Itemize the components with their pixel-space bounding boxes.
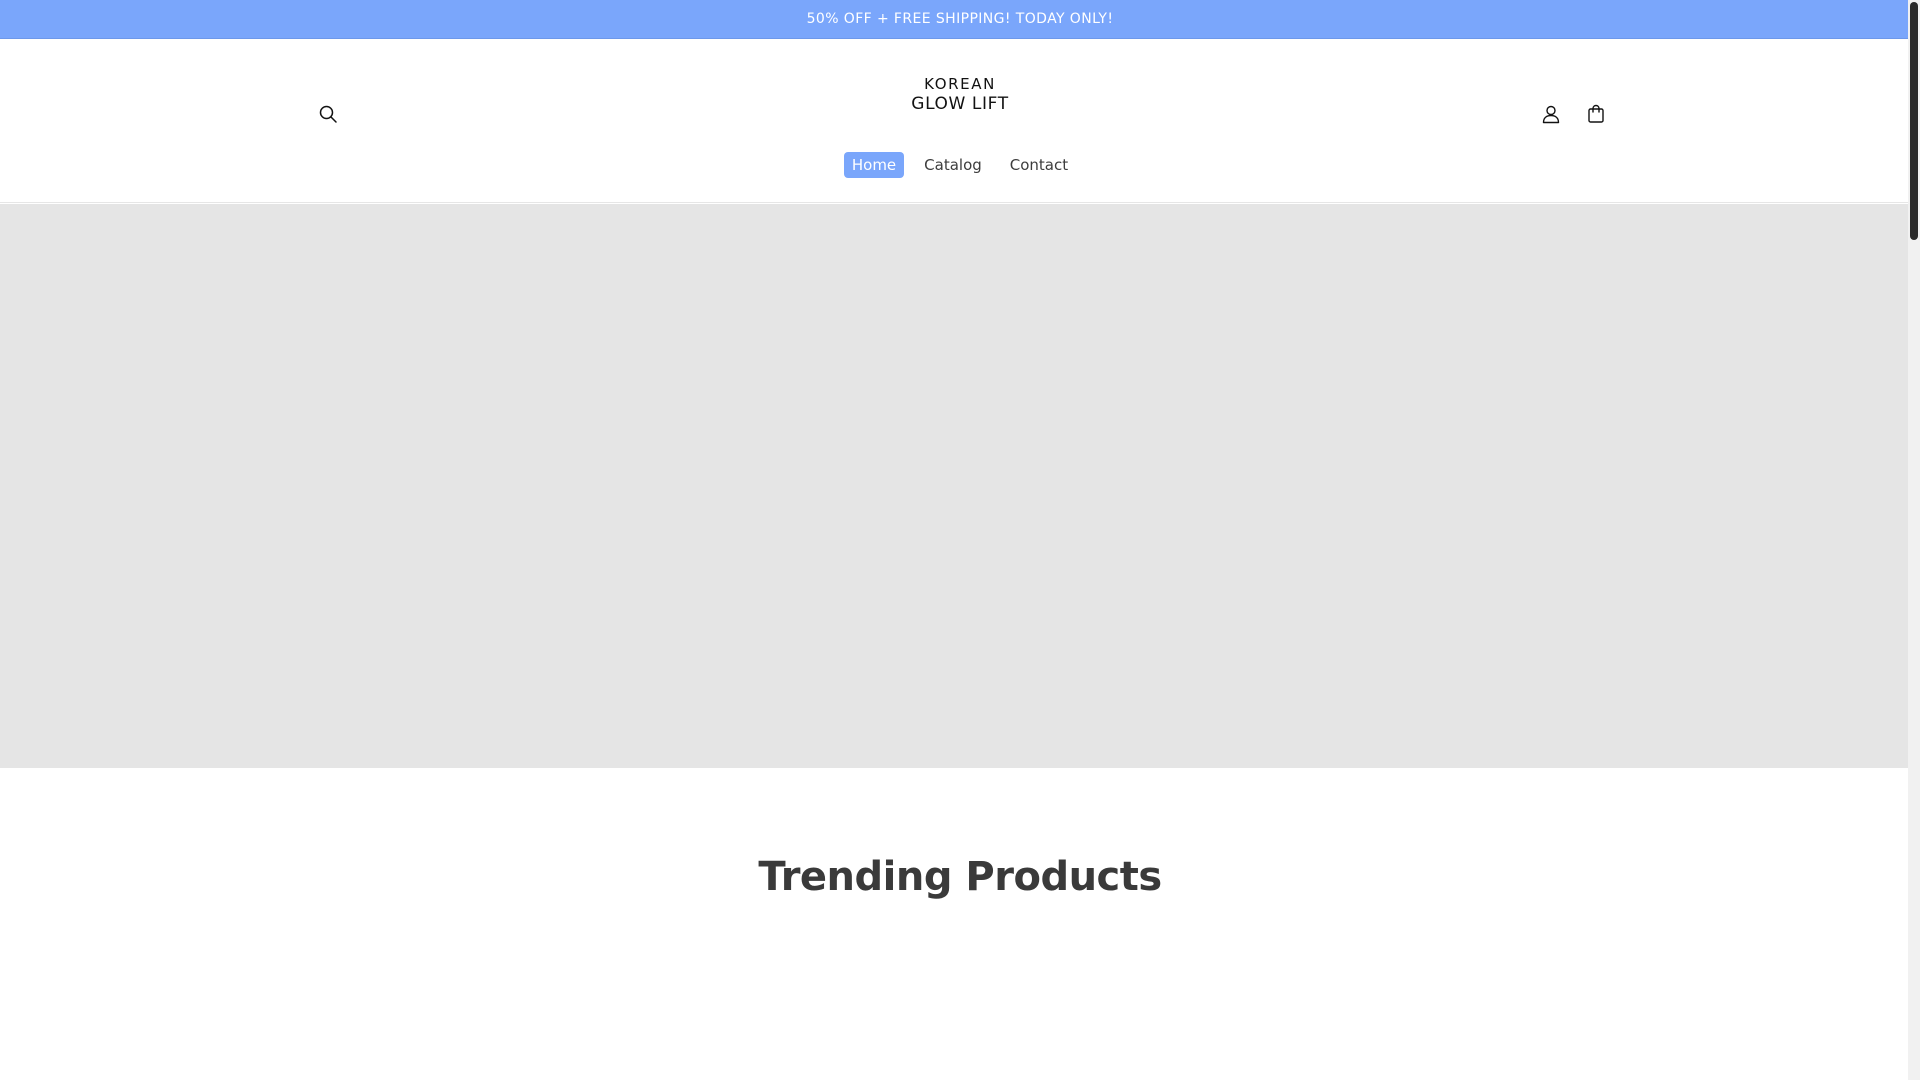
search-button[interactable] [306,92,350,136]
logo-line-1: KOREAN [924,75,996,93]
cart-button[interactable] [1574,92,1618,136]
logo-line-2: GLOW LIFT [911,94,1009,114]
nav-item-catalog[interactable]: Catalog [916,152,990,178]
page-scrollbar[interactable] [1908,0,1920,1080]
scrollbar-thumb[interactable] [1910,2,1918,240]
nav-item-contact[interactable]: Contact [1002,152,1076,178]
main-navigation: Home Catalog Contact [0,147,1920,183]
user-icon [1541,104,1561,124]
announcement-bar: 50% OFF + FREE SHIPPING! TODAY ONLY! [0,0,1920,39]
site-header: KOREAN GLOW LIFT Home Catalog Contact [0,39,1920,203]
nav-item-home[interactable]: Home [843,152,905,178]
account-button[interactable] [1529,92,1573,136]
store-logo[interactable]: KOREAN GLOW LIFT [860,71,1060,119]
cart-icon [1586,104,1606,124]
hero-banner-placeholder [0,204,1920,768]
search-icon [318,104,338,124]
storefront-page: 50% OFF + FREE SHIPPING! TODAY ONLY! KOR… [0,0,1920,1080]
trending-products-heading: Trending Products [758,854,1162,901]
announcement-text: 50% OFF + FREE SHIPPING! TODAY ONLY! [806,11,1114,27]
